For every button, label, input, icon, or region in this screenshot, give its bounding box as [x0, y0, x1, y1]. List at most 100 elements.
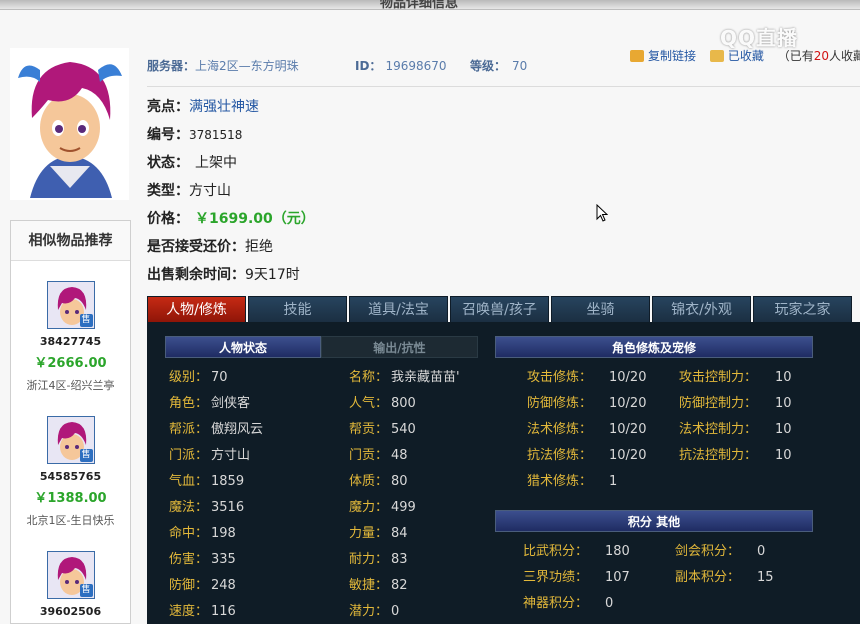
score-value: 107: [605, 570, 630, 585]
stat-label: 帮贡：: [349, 422, 389, 437]
cultivation-label: 猎术修炼：: [527, 474, 593, 489]
stat-label: 门贡：: [349, 448, 389, 463]
stat-value: 499: [391, 500, 416, 515]
highlight-row: 亮点：满强壮神速: [147, 96, 259, 116]
stat-row: 门贡： 48: [349, 444, 408, 463]
stat-label: 帮派：: [169, 422, 209, 437]
stat-value: 335: [211, 552, 236, 567]
similar-item-thumbnail[interactable]: 售: [46, 281, 95, 329]
similar-item[interactable]: 售 54585765 ￥1388.00 北京1区-生日快乐: [11, 416, 130, 528]
stat-value: 方寸山: [211, 448, 251, 463]
tab-items-treasures[interactable]: 道具/法宝: [349, 296, 448, 322]
server-value: 上海2区—东方明珠: [195, 59, 299, 73]
stat-value: 48: [391, 448, 408, 463]
remaining-time-value: 9天17时: [245, 267, 300, 283]
sell-badge: 售: [79, 584, 93, 597]
price-label: 价格：: [147, 211, 189, 227]
tab-pets-children[interactable]: 召唤兽/孩子: [450, 296, 549, 322]
stat-label: 级别：: [169, 370, 209, 385]
similar-item-thumbnail[interactable]: 售: [46, 416, 95, 464]
score-label: 副本积分：: [675, 570, 741, 585]
stat-row: 帮贡： 540: [349, 418, 416, 437]
price-row: 价格： ￥1699.00（元）: [147, 208, 315, 228]
score-label: 神器积分：: [523, 596, 589, 611]
cultivation-label: 防御修炼：: [527, 396, 593, 411]
divider: [147, 86, 860, 87]
stat-label: 力量：: [349, 526, 389, 541]
stat-label: 潜力：: [349, 604, 389, 619]
stat-row: 力量： 84: [349, 522, 408, 541]
similar-item-price: ￥2666.00: [34, 356, 107, 371]
control-label: 攻击控制力：: [679, 370, 758, 385]
stat-label: 耐力：: [349, 552, 389, 567]
id-value: 19698670: [385, 59, 447, 73]
similar-item-id: 38427745: [39, 335, 102, 348]
number-label: 编号：: [147, 127, 189, 143]
stat-row: 命中： 198: [169, 522, 236, 541]
price-value: ￥1699.00（元）: [195, 211, 315, 227]
tab-character-cultivation[interactable]: 人物/修炼: [147, 296, 246, 322]
stat-label: 角色：: [169, 396, 209, 411]
similar-item[interactable]: 售 39602506: [11, 551, 130, 618]
stat-row: 角色： 剑侠客: [169, 392, 250, 411]
stat-row: 耐力： 83: [349, 548, 408, 567]
cultivation-row: 法术修炼： 10/20 法术控制力： 10: [527, 418, 792, 437]
stat-value: 3516: [211, 500, 245, 515]
tab-output-resist[interactable]: 输出/抗性: [321, 336, 478, 358]
tab-player-home[interactable]: 玩家之家: [753, 296, 852, 322]
stat-row: 潜力： 0: [349, 600, 399, 619]
stat-label: 伤害：: [169, 552, 209, 567]
control-label: 防御控制力：: [679, 396, 758, 411]
stat-row: 人气： 800: [349, 392, 416, 411]
stat-label: 气血：: [169, 474, 209, 489]
cultivation-value: 10/20: [609, 422, 647, 437]
score-label: 剑会积分：: [675, 544, 741, 559]
stat-label: 人气：: [349, 396, 389, 411]
stat-value: 1859: [211, 474, 245, 489]
type-row: 类型：方寸山: [147, 180, 231, 200]
stat-value: 800: [391, 396, 416, 411]
similar-item[interactable]: 售 38427745 ￥2666.00 浙江4区-绍兴兰亭: [11, 281, 130, 393]
stat-value: 248: [211, 578, 236, 593]
number-row: 编号：3781518: [147, 124, 242, 144]
control-value: 10: [775, 370, 792, 385]
stat-value: 82: [391, 578, 408, 593]
collected-button[interactable]: 已收藏: [728, 49, 764, 63]
page-title: 物品详细信息: [380, 0, 459, 10]
tab-skills[interactable]: 技能: [248, 296, 347, 322]
collect-count: 20: [813, 49, 829, 63]
similar-item-id: 39602506: [39, 605, 102, 618]
control-label: 抗法控制力：: [679, 448, 758, 463]
copy-link-button[interactable]: 复制链接: [648, 49, 696, 63]
similar-items-panel: 相似物品推荐 售 38427745 ￥2666.00 浙江4区-绍兴兰亭 售 5…: [10, 220, 131, 624]
similar-items-title: 相似物品推荐: [11, 221, 130, 261]
control-label: 法术控制力：: [679, 422, 758, 437]
tab-char-state[interactable]: 人物状态: [165, 336, 321, 358]
mouse-cursor-icon: [596, 204, 608, 222]
stat-label: 魔力：: [349, 500, 389, 515]
stat-value: 0: [391, 604, 400, 619]
stat-value: 傲翔风云: [211, 422, 264, 437]
id-info: ID： 19698670: [355, 57, 447, 77]
stat-value: 80: [391, 474, 408, 489]
score-value: 15: [757, 570, 774, 585]
stat-row: 气血： 1859: [169, 470, 244, 489]
number-value: 3781518: [189, 128, 243, 142]
score-value: 0: [605, 596, 614, 611]
score-row: 比武积分： 180 剑会积分： 0: [523, 540, 765, 559]
stat-row: 门派： 方寸山: [169, 444, 250, 463]
cultivation-value: 1: [609, 474, 618, 489]
tab-mounts[interactable]: 坐骑: [551, 296, 650, 322]
stat-row: 魔法： 3516: [169, 496, 244, 515]
stat-label: 防御：: [169, 578, 209, 593]
remaining-time-row: 出售剩余时间：9天17时: [147, 264, 300, 284]
stat-value: 我亲藏苗苗': [391, 370, 460, 385]
copy-link-icon: [630, 50, 644, 62]
type-value: 方寸山: [189, 183, 231, 199]
similar-item-server: 北京1区-生日快乐: [26, 514, 115, 527]
cultivation-value: 10/20: [609, 396, 647, 411]
control-value: 10: [775, 422, 792, 437]
similar-item-thumbnail[interactable]: 售: [46, 551, 95, 599]
level-label: 等级：: [470, 59, 507, 73]
tab-outfits[interactable]: 锦衣/外观: [652, 296, 751, 322]
